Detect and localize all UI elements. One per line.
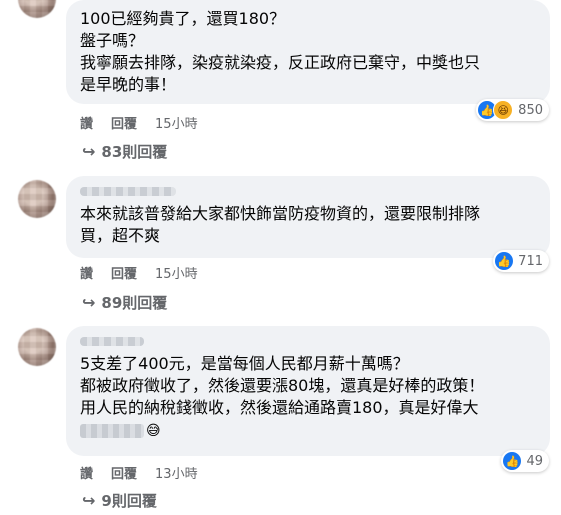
- reply-button[interactable]: 回覆: [111, 113, 137, 132]
- reply-arrow-icon: ↪: [82, 142, 96, 161]
- timestamp[interactable]: 13小時: [155, 463, 198, 482]
- reaction-count: 711: [518, 253, 543, 269]
- reaction-count: 49: [526, 453, 543, 469]
- comment-bubble: 5支差了400元，是當每個人民都月薪十萬嗎？ 都被政府徵收了，然後還要漲80塊，…: [66, 326, 550, 456]
- reply-button[interactable]: 回覆: [111, 263, 137, 282]
- view-replies-link[interactable]: ↪ 9則回覆: [82, 490, 157, 511]
- reply-arrow-icon: ↪: [82, 491, 96, 510]
- comment-text-line: 😅: [80, 419, 538, 442]
- laughing-emoji-icon: 😆: [493, 100, 514, 120]
- commenter-name[interactable]: [80, 337, 144, 346]
- comment-text-line: 我寧願去排隊，染疫就染疫，反正政府已棄守，中獎也只: [80, 53, 481, 72]
- like-button[interactable]: 讚: [80, 113, 93, 132]
- sweat-smile-emoji-icon: 😅: [146, 422, 161, 439]
- thumbs-up-icon: 👍: [503, 452, 522, 470]
- reply-button[interactable]: 回覆: [111, 463, 137, 482]
- commenter-name[interactable]: [80, 187, 176, 196]
- redacted-text: [80, 423, 144, 438]
- reply-arrow-icon: ↪: [82, 293, 96, 312]
- comment-text-line: 5支差了400元，是當每個人民都月薪十萬嗎？: [80, 354, 409, 373]
- comment-text-line: 都被政府徵收了，然後還要漲80塊，還真是好棒的政策！: [80, 376, 485, 395]
- view-replies-link[interactable]: ↪ 83則回覆: [82, 141, 167, 162]
- reaction-summary[interactable]: 👍 711: [493, 250, 549, 272]
- comment-text-line: 本來就該普發給大家都快飾當防疫物資的，還要限制排隊: [80, 204, 481, 223]
- comment-actions: 讚 回覆 15小時: [80, 263, 198, 282]
- comment-actions: 讚 回覆 15小時: [80, 113, 198, 132]
- reaction-summary[interactable]: 👍 😆 850: [476, 99, 549, 121]
- comment-text-line: 是早晚的事！: [80, 75, 177, 94]
- timestamp[interactable]: 15小時: [155, 113, 198, 132]
- replies-label: 9則回覆: [101, 492, 157, 510]
- timestamp[interactable]: 15小時: [155, 263, 198, 282]
- reaction-summary[interactable]: 👍 49: [501, 450, 549, 472]
- like-button[interactable]: 讚: [80, 263, 93, 282]
- comment-bubble: 本來就該普發給大家都快飾當防疫物資的，還要限制排隊 買，超不爽: [66, 176, 550, 258]
- comment-actions: 讚 回覆 13小時: [80, 463, 198, 482]
- comment-text-line: 買，超不爽: [80, 226, 161, 245]
- comment-text-line: 100已經夠貴了，還買180？: [80, 9, 286, 28]
- thumbs-up-icon: 👍: [495, 252, 514, 270]
- like-button[interactable]: 讚: [80, 463, 93, 482]
- avatar[interactable]: [18, 0, 56, 18]
- avatar[interactable]: [18, 180, 56, 218]
- avatar[interactable]: [18, 328, 56, 366]
- replies-label: 89則回覆: [101, 294, 168, 312]
- replies-label: 83則回覆: [101, 143, 168, 161]
- comment-text-line: 盤子嗎？: [80, 31, 145, 50]
- view-replies-link[interactable]: ↪ 89則回覆: [82, 292, 167, 313]
- comment-text-line: 用人民的納稅錢徵收，然後還給通路賣180，真是好偉大: [80, 398, 479, 417]
- comment-bubble: 100已經夠貴了，還買180？ 盤子嗎？ 我寧願去排隊，染疫就染疫，反正政府已棄…: [66, 0, 550, 104]
- reaction-count: 850: [518, 102, 543, 118]
